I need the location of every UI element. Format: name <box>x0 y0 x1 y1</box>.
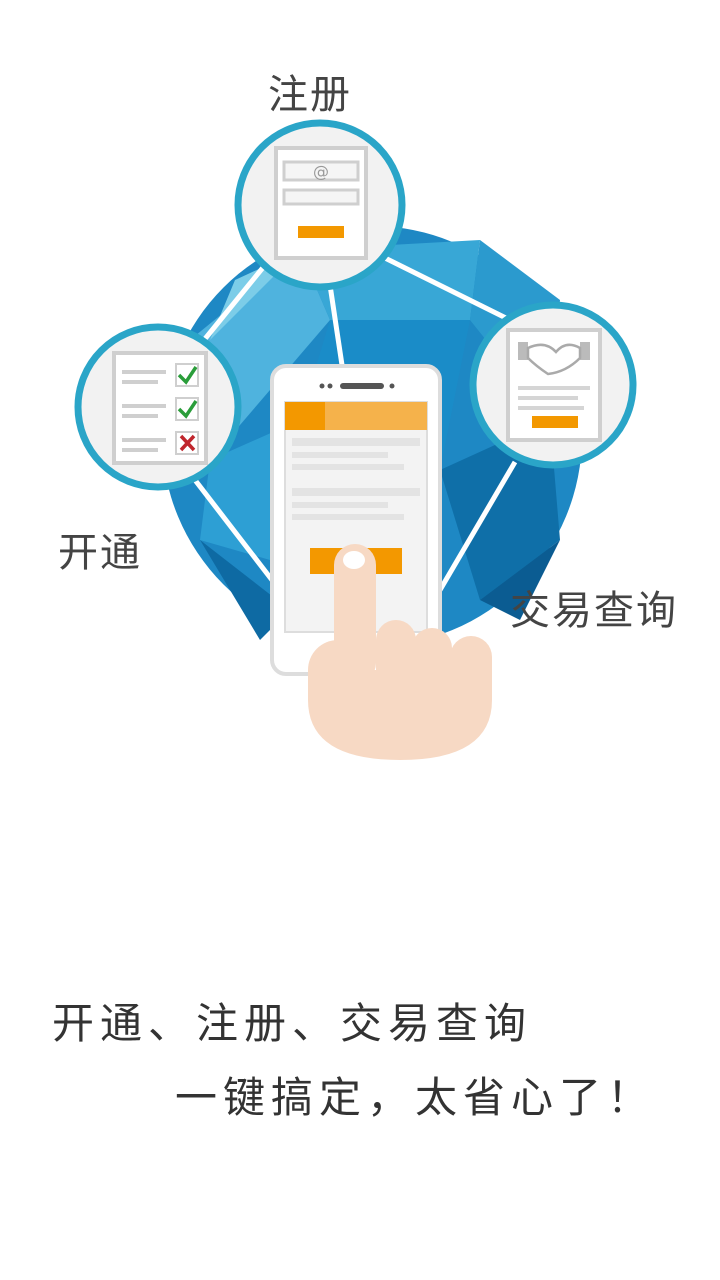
register-circle: @ <box>234 119 406 291</box>
transaction-query-label: 交易查询 <box>510 588 678 634</box>
hero-illustration: @ <box>74 119 637 760</box>
open-circle <box>74 323 242 491</box>
handshake-document-icon <box>506 328 602 442</box>
at-symbol: @ <box>313 162 329 181</box>
query-circle <box>469 301 637 469</box>
tagline-line-2: 一键搞定，太省心了！ <box>175 1073 656 1122</box>
checklist-icon <box>112 351 208 465</box>
register-label: 注册 <box>268 72 352 118</box>
registration-form-icon: @ <box>274 146 368 260</box>
tagline-line-1: 开通、注册、交易查询 <box>52 999 533 1048</box>
open-label: 开通 <box>58 530 142 576</box>
